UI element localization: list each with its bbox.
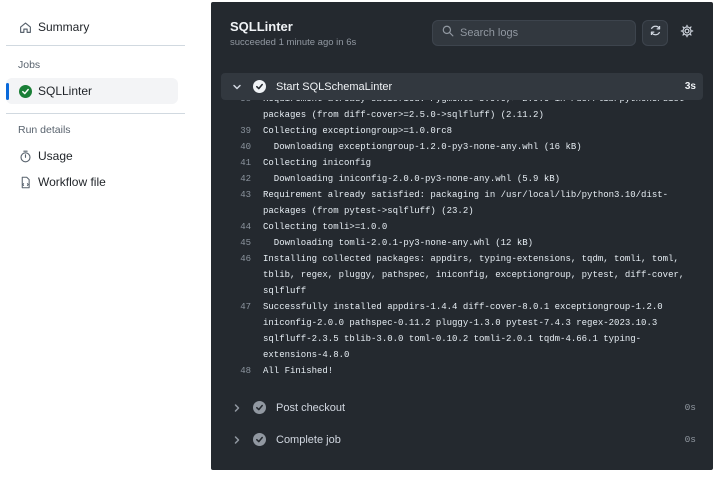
log-line-text: Requirement already satisfied: Pygments<…	[263, 100, 690, 107]
log-line-number: 41	[240, 158, 251, 168]
refresh-icon	[649, 24, 662, 42]
log-line-text: Requirement already satisfied: packaging…	[263, 190, 669, 200]
log-line-number	[211, 315, 263, 331]
log-line: 46 Installing collected packages: appdirs…	[211, 251, 690, 267]
divider	[6, 113, 185, 114]
log-line-text: sqlfluff-2.3.5 tblib-3.0.0 toml-0.10.2 t…	[263, 334, 642, 344]
log-line: 41 Collecting iniconfig	[211, 155, 690, 171]
log-line: 40 Downloading exceptiongroup-1.2.0-py3-…	[211, 139, 690, 155]
log-line: 44 Collecting tomli>=1.0.0	[211, 219, 690, 235]
log-line: 47 Successfully installed appdirs-1.4.4 d…	[211, 299, 690, 315]
log-line: 42 Downloading iniconfig-2.0.0-py3-none-…	[211, 171, 690, 187]
check-circle-icon	[253, 80, 266, 93]
step-start-sqlschemalinter[interactable]: Start SQLSchemaLinter 3s	[221, 73, 703, 100]
job-title: SQLLinter	[230, 19, 293, 34]
log-line-number: 47	[240, 302, 251, 312]
log-line: tblib, regex, pluggy, pathspec, iniconfi…	[211, 267, 690, 283]
refresh-button[interactable]	[642, 20, 668, 46]
log-line-text: Downloading exceptiongroup-1.2.0-py3-non…	[263, 142, 582, 152]
log-line-text: iniconfig-2.0.0 pathspec-0.11.2 pluggy-1…	[263, 318, 658, 328]
log-line-number: 43	[240, 190, 251, 200]
log-line-number: 42	[240, 174, 251, 184]
log-line-number: 39	[240, 126, 251, 136]
log-line: 45 Downloading tomli-2.0.1-py3-none-any.…	[211, 235, 690, 251]
step-duration: 3s	[684, 81, 696, 92]
sidebar: Summary Jobs SQLLinter Run details Usage…	[0, 0, 200, 487]
log-line: packages (from pytest->sqlfluff) (23.2)	[211, 203, 690, 219]
check-circle-icon	[253, 401, 266, 414]
log-line-number: 44	[240, 222, 251, 232]
job-log-panel: SQLLinter succeeded 1 minute ago in 6s S…	[211, 2, 713, 470]
log-line: 39 Collecting exceptiongroup>=1.0.0rc8	[211, 123, 690, 139]
sidebar-item-workflow-file[interactable]: Workflow file	[6, 169, 178, 195]
chevron-down-icon	[231, 82, 243, 92]
step-duration: 0s	[684, 402, 696, 413]
log-line-text: All Finished!	[263, 366, 334, 376]
log-line: iniconfig-2.0.0 pathspec-0.11.2 pluggy-1…	[211, 315, 690, 331]
search-logs-box[interactable]	[432, 20, 636, 46]
log-line: packages (from diff-cover>=2.5.0->sqlflu…	[211, 107, 690, 123]
step-name: Start SQLSchemaLinter	[276, 80, 393, 93]
log-line-text: Collecting iniconfig	[263, 158, 372, 168]
step-post-checkout[interactable]: Post checkout 0s	[221, 394, 703, 421]
sidebar-item-label: Usage	[38, 149, 73, 163]
sidebar-item-label: Workflow file	[38, 175, 106, 189]
log-line: sqlfluff	[211, 283, 690, 299]
sidebar-item-summary[interactable]: Summary	[6, 14, 178, 40]
sidebar-item-usage[interactable]: Usage	[6, 143, 178, 169]
check-circle-icon	[18, 84, 32, 98]
log-line-number: 38	[211, 100, 263, 107]
search-logs-input[interactable]	[460, 27, 630, 39]
sidebar-item-sqllinter[interactable]: SQLLinter	[6, 78, 178, 104]
log-line-number: 40	[240, 142, 251, 152]
log-line-text: sqlfluff	[263, 286, 307, 296]
log-line-text: Collecting exceptiongroup>=1.0.0rc8	[263, 126, 453, 136]
log-line-text: Downloading tomli-2.0.1-py3-none-any.whl…	[263, 238, 534, 248]
log-line-text: Collecting tomli>=1.0.0	[263, 222, 388, 232]
jobs-heading: Jobs	[18, 59, 41, 71]
step-name: Post checkout	[276, 401, 346, 414]
sidebar-item-label: SQLLinter	[38, 84, 93, 98]
step-duration: 0s	[684, 434, 696, 445]
chevron-right-icon	[231, 435, 243, 445]
log-line-number	[211, 267, 263, 283]
settings-button[interactable]	[674, 20, 700, 46]
log-line-number: 45	[240, 238, 251, 248]
log-output: 38Requirement already satisfied: Pygment…	[211, 100, 713, 387]
log-line-number	[211, 331, 263, 347]
stopwatch-icon	[18, 149, 32, 163]
step-name: Complete job	[276, 433, 341, 446]
gear-icon	[680, 24, 694, 43]
sidebar-item-label: Summary	[38, 20, 90, 34]
log-line: 38Requirement already satisfied: Pygment…	[211, 100, 690, 107]
log-line: sqlfluff-2.3.5 tblib-3.0.0 toml-0.10.2 t…	[211, 331, 690, 347]
log-line-text: extensions-4.8.0	[263, 350, 350, 360]
chevron-right-icon	[231, 403, 243, 413]
divider	[6, 45, 185, 46]
log-line-number	[211, 283, 263, 299]
run-details-heading: Run details	[18, 124, 71, 136]
log-line-text: tblib, regex, pluggy, pathspec, iniconfi…	[263, 270, 685, 280]
log-line-number: 46	[240, 254, 251, 264]
log-line-number: 48	[240, 366, 251, 376]
job-status-text: succeeded 1 minute ago in 6s	[230, 37, 357, 48]
check-circle-icon	[253, 433, 266, 446]
home-icon	[18, 20, 32, 34]
log-line-number	[211, 347, 263, 363]
workflow-file-icon	[18, 175, 32, 189]
log-line: 48 All Finished!	[211, 363, 690, 379]
log-line-text: Successfully installed appdirs-1.4.4 dif…	[263, 302, 663, 312]
search-icon	[442, 24, 454, 42]
step-complete-job[interactable]: Complete job 0s	[221, 426, 703, 453]
log-line-text: packages (from pytest->sqlfluff) (23.2)	[263, 206, 474, 216]
log-line-text: packages (from diff-cover>=2.5.0->sqlflu…	[263, 110, 544, 120]
log-line-text: Downloading iniconfig-2.0.0-py3-none-any…	[263, 174, 561, 184]
log-line-number	[211, 203, 263, 219]
log-line-number	[211, 107, 263, 123]
log-line-text: Installing collected packages: appdirs, …	[263, 254, 679, 264]
log-line: 43 Requirement already satisfied: packagi…	[211, 187, 690, 203]
log-line: extensions-4.8.0	[211, 347, 690, 363]
